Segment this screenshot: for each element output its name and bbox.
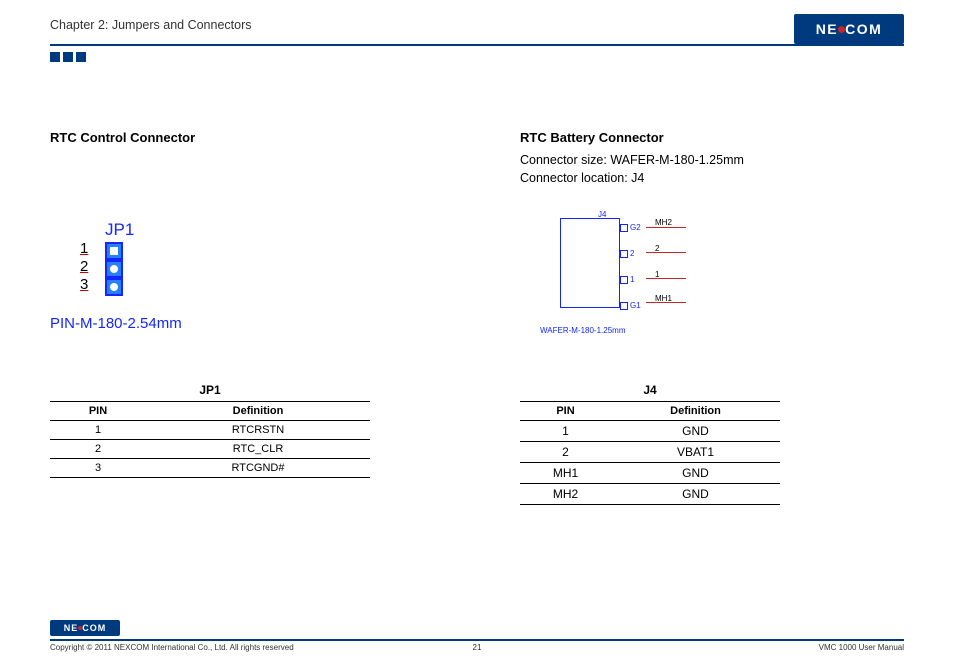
doc-title: VMC 1000 User Manual: [819, 643, 904, 652]
copyright: Copyright © 2011 NEXCOM International Co…: [50, 643, 294, 652]
jp1-pins: [105, 242, 123, 296]
table-row: MH1GND: [520, 463, 780, 484]
j4-col-def: Definition: [611, 402, 780, 421]
jp1-table: JP1 PIN Definition 1RTCRSTN 2RTC_CLR 3RT…: [50, 380, 370, 478]
table-row: 3RTCGND#: [50, 459, 370, 478]
connector-location: Connector location: J4: [520, 169, 890, 187]
footer: Copyright © 2011 NEXCOM International Co…: [50, 639, 904, 652]
chapter-title: Chapter 2: Jumpers and Connectors: [50, 18, 904, 32]
j4-diagram: J4 G2 2 1 G1 MH2 2 1 MH1 WAFER-M-180-1.2…: [560, 210, 740, 340]
jp1-col-pin: PIN: [50, 402, 146, 421]
jp1-pin-numbers: 1 2 3: [80, 240, 88, 294]
table-row: MH2GND: [520, 484, 780, 505]
header-rule: [50, 44, 904, 46]
table-row: 1GND: [520, 421, 780, 442]
j4-table-caption: J4: [520, 380, 780, 402]
section-title-rtc-control: RTC Control Connector: [50, 130, 420, 145]
jp1-diagram: JP1 1 2 3 PIN-M-180-2.54mm: [50, 220, 250, 350]
section-title-rtc-battery: RTC Battery Connector: [520, 130, 890, 145]
table-row: 2VBAT1: [520, 442, 780, 463]
j4-col-pin: PIN: [520, 402, 611, 421]
jp1-part-number: PIN-M-180-2.54mm: [50, 315, 182, 332]
jp1-table-caption: JP1: [50, 380, 370, 402]
jp1-label: JP1: [105, 220, 134, 240]
connector-size: Connector size: WAFER-M-180-1.25mm: [520, 151, 890, 169]
footer-nexcom-logo: NECOM: [50, 620, 120, 636]
table-row: 1RTCRSTN: [50, 421, 370, 440]
nexcom-logo: NECOM: [794, 14, 904, 44]
table-row: 2RTC_CLR: [50, 440, 370, 459]
jp1-col-def: Definition: [146, 402, 370, 421]
j4-table: J4 PIN Definition 1GND 2VBAT1 MH1GND MH2…: [520, 380, 780, 505]
j4-part-number: WAFER-M-180-1.25mm: [540, 326, 626, 335]
page-number: 21: [473, 643, 482, 652]
decorative-squares: [50, 52, 86, 62]
